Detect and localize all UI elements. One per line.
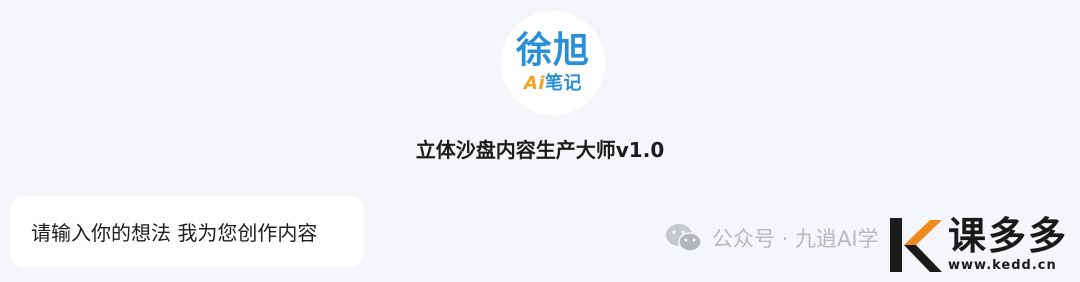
avatar-logo-title: 徐旭 <box>515 30 590 71</box>
wechat-watermark-text: 公众号 · 九逍AI学 <box>712 227 879 251</box>
k-logo-icon <box>890 218 942 272</box>
avatar-logo-subtitle: Ai笔记 <box>524 73 582 95</box>
greeting-message-text: 请输入你的想法 我为您创作内容 <box>31 221 318 245</box>
avatar-logo-ai: Ai <box>523 73 546 94</box>
kedd-watermark: 课多多 www.kedd.cn <box>884 214 1068 274</box>
kedd-site-url: www.kedd.cn <box>948 258 1057 273</box>
wechat-icon <box>666 224 702 252</box>
wechat-watermark: 公众号 · 九逍AI学 <box>664 222 879 254</box>
greeting-message-bubble: 请输入你的想法 我为您创作内容 <box>10 196 364 267</box>
kedd-site-name: 课多多 <box>948 214 1069 258</box>
bot-avatar: 徐旭 Ai笔记 <box>501 11 605 115</box>
avatar-logo-notes: 笔记 <box>545 73 583 94</box>
bot-name: 立体沙盘内容生产大师v1.0 <box>415 138 665 162</box>
